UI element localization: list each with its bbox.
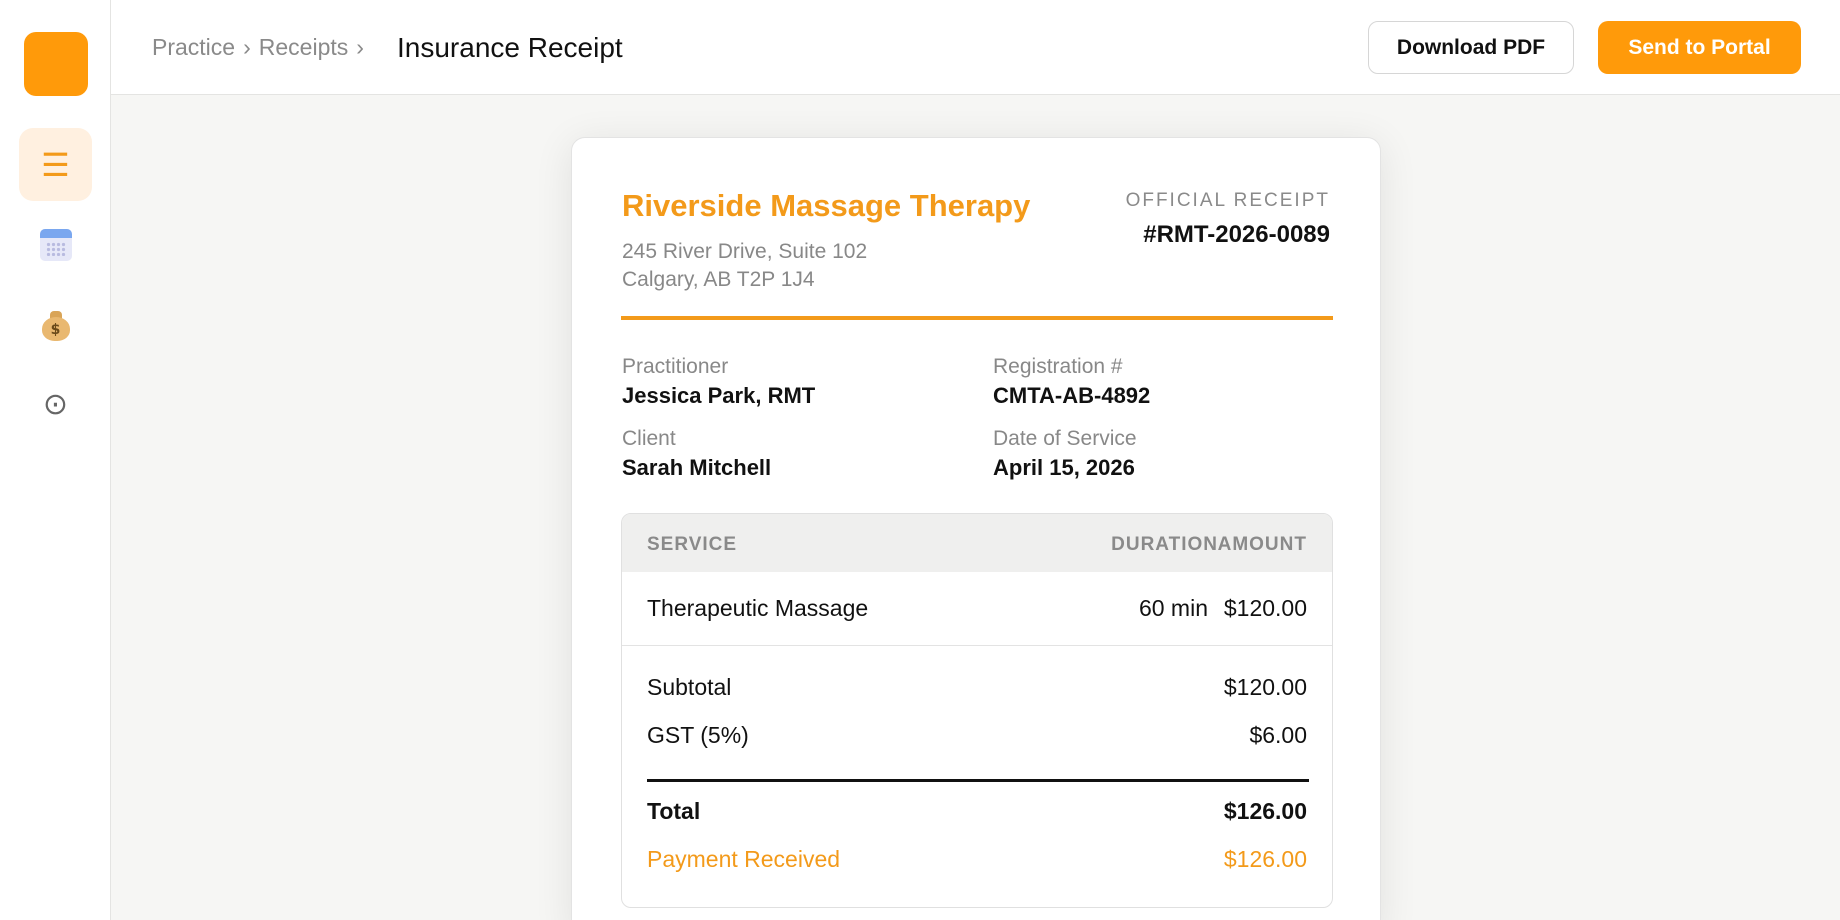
business-name: Riverside Massage Therapy: [622, 188, 1031, 223]
sidebar-item-menu[interactable]: ☰: [19, 128, 92, 201]
money-bag-icon: $: [41, 309, 71, 341]
client-label: Client: [622, 427, 676, 450]
services-table: SERVICE DURATION AMOUNT Therapeutic Mass…: [621, 513, 1333, 908]
client-value: Sarah Mitchell: [622, 455, 772, 480]
subtotal-label: Subtotal: [647, 674, 732, 700]
send-to-portal-button[interactable]: Send to Portal: [1598, 21, 1801, 74]
service-duration: 60 min: [1138, 595, 1208, 621]
tax-label: GST (5%): [647, 722, 749, 748]
address-line-1: 245 River Drive, Suite 102: [622, 240, 868, 263]
top-bar: Practice › Receipts › Insurance Receipt …: [111, 0, 1840, 95]
tax-value: $6.00: [1249, 722, 1307, 748]
column-header-amount: AMOUNT: [1217, 534, 1307, 555]
breadcrumb: Practice › Receipts ›: [152, 34, 364, 61]
service-amount: $120.00: [1223, 595, 1307, 621]
service-name: Therapeutic Massage: [647, 595, 869, 621]
breadcrumb-separator: ›: [243, 34, 251, 60]
column-header-service: SERVICE: [647, 534, 738, 555]
registration-value: CMTA-AB-4892: [993, 383, 1151, 408]
date-of-service-value: April 15, 2026: [993, 455, 1135, 480]
page-title: Insurance Receipt: [397, 32, 623, 63]
sidebar-item-calendar[interactable]: [19, 208, 92, 281]
official-receipt-label: OFFICIAL RECEIPT: [1125, 190, 1330, 211]
header-divider: [621, 316, 1333, 320]
subtotal-value: $120.00: [1223, 674, 1307, 700]
settings-icon: ⊙: [42, 386, 69, 422]
payment-received-value: $126.00: [1223, 846, 1307, 872]
table-row: Therapeutic Massage 60 min $120.00: [622, 572, 1332, 646]
breadcrumb-practice[interactable]: Practice: [152, 34, 235, 61]
sidebar-item-settings[interactable]: ⊙: [19, 368, 92, 441]
breadcrumb-separator: ›: [356, 34, 364, 60]
calendar-icon: [39, 228, 72, 261]
app-logo[interactable]: [24, 32, 88, 96]
practitioner-label: Practitioner: [622, 355, 729, 378]
payment-received-label: Payment Received: [647, 846, 841, 872]
receipt-card: Riverside Massage Therapy 245 River Driv…: [571, 137, 1381, 920]
download-pdf-button[interactable]: Download PDF: [1368, 21, 1574, 74]
sidebar: ☰ $ ⊙: [0, 0, 111, 920]
menu-icon: ☰: [41, 145, 70, 184]
date-of-service-label: Date of Service: [993, 427, 1137, 450]
column-header-duration: DURATION: [1111, 534, 1218, 555]
practitioner-value: Jessica Park, RMT: [622, 383, 816, 408]
address-line-2: Calgary, AB T2P 1J4: [622, 268, 815, 291]
breadcrumb-receipts[interactable]: Receipts: [259, 34, 348, 61]
table-header: SERVICE DURATION AMOUNT: [622, 514, 1332, 572]
total-divider: [647, 779, 1309, 782]
total-label: Total: [647, 798, 701, 824]
total-value: $126.00: [1223, 798, 1307, 824]
sidebar-item-billing[interactable]: $: [19, 288, 92, 361]
registration-label: Registration #: [993, 355, 1123, 378]
receipt-number: #RMT-2026-0089: [1143, 221, 1330, 248]
